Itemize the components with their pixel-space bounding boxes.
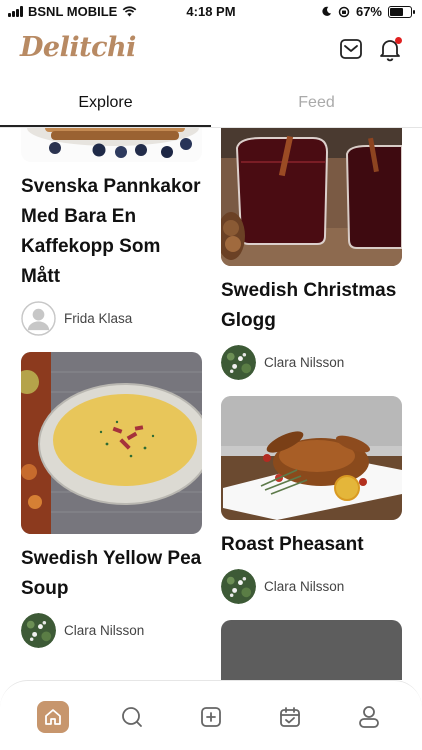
recipe-image — [221, 396, 402, 520]
nav-calendar[interactable] — [274, 701, 306, 733]
recipe-feed[interactable]: Svenska Pannkakor Med Bara En Kaffekopp … — [0, 128, 422, 680]
home-icon — [45, 709, 62, 725]
recipe-title[interactable]: Swedish Yellow Pea Soup — [21, 544, 202, 604]
recipe-card[interactable]: Swedish Christmas Glogg Clara Nilsson — [221, 128, 402, 380]
add-icon — [201, 707, 221, 727]
mail-icon — [340, 39, 362, 59]
battery-icon — [388, 5, 415, 18]
pheasant-photo — [221, 396, 402, 520]
app-header: Delitchi — [0, 24, 422, 74]
pancakes-photo — [21, 128, 202, 162]
recipe-title[interactable]: Svenska Pannkakor Med Bara En Kaffekopp … — [21, 172, 202, 292]
nav-home[interactable] — [37, 701, 70, 733]
flower-avatar — [221, 568, 256, 604]
author-name: Clara Nilsson — [64, 622, 145, 638]
recipe-author[interactable]: Clara Nilsson — [221, 344, 402, 380]
orientation-lock-icon — [338, 6, 350, 17]
recipe-card[interactable]: Svenska Pannkakor Med Bara En Kaffekopp … — [21, 128, 202, 336]
recipe-author[interactable]: Frida Klasa — [21, 300, 202, 336]
recipe-image — [21, 352, 202, 534]
recipe-image — [221, 128, 402, 266]
author-name: Clara Nilsson — [264, 578, 345, 594]
battery-percent: 67% — [355, 4, 382, 19]
tab-feed[interactable]: Feed — [211, 84, 422, 127]
flower-avatar — [21, 612, 56, 648]
author-avatar — [21, 300, 56, 336]
status-bar: BSNL MOBILE 4:18 PM 67% — [0, 0, 422, 24]
nav-add[interactable] — [195, 701, 227, 733]
recipe-title[interactable]: Roast Pheasant — [221, 530, 402, 560]
calendar-icon — [279, 707, 300, 727]
glogg-photo — [221, 128, 402, 266]
tab-bar: Explore Feed — [0, 84, 422, 128]
recipe-author[interactable]: Clara Nilsson — [21, 612, 202, 648]
tab-explore[interactable]: Explore — [0, 84, 211, 127]
nav-search[interactable] — [116, 701, 148, 733]
recipe-card[interactable] — [221, 620, 402, 680]
recipe-title[interactable]: Swedish Christmas Glogg — [221, 276, 402, 336]
recipe-image — [21, 128, 202, 162]
recipe-author[interactable]: Clara Nilsson — [221, 568, 402, 604]
author-avatar — [221, 568, 256, 604]
author-name: Frida Klasa — [64, 310, 133, 326]
author-avatar — [221, 344, 256, 380]
pea-soup-photo — [21, 352, 202, 534]
nav-profile[interactable] — [353, 701, 385, 733]
search-icon — [122, 707, 143, 727]
notification-badge — [395, 37, 402, 44]
flower-avatar — [221, 344, 256, 380]
messages-button[interactable] — [338, 36, 364, 62]
bottom-navigation — [0, 680, 422, 750]
moon-icon — [322, 6, 332, 16]
app-logo: Delitchi — [20, 32, 136, 63]
recipe-image — [221, 620, 402, 680]
author-avatar — [21, 612, 56, 648]
author-name: Clara Nilsson — [264, 354, 345, 370]
recipe-card[interactable]: Swedish Yellow Pea Soup Clara Nilsson — [21, 352, 202, 648]
recipe-card[interactable]: Roast Pheasant Clara Nilsson — [221, 396, 402, 604]
profile-icon — [358, 706, 379, 728]
notifications-button[interactable] — [377, 36, 403, 62]
default-avatar-icon — [21, 300, 56, 336]
